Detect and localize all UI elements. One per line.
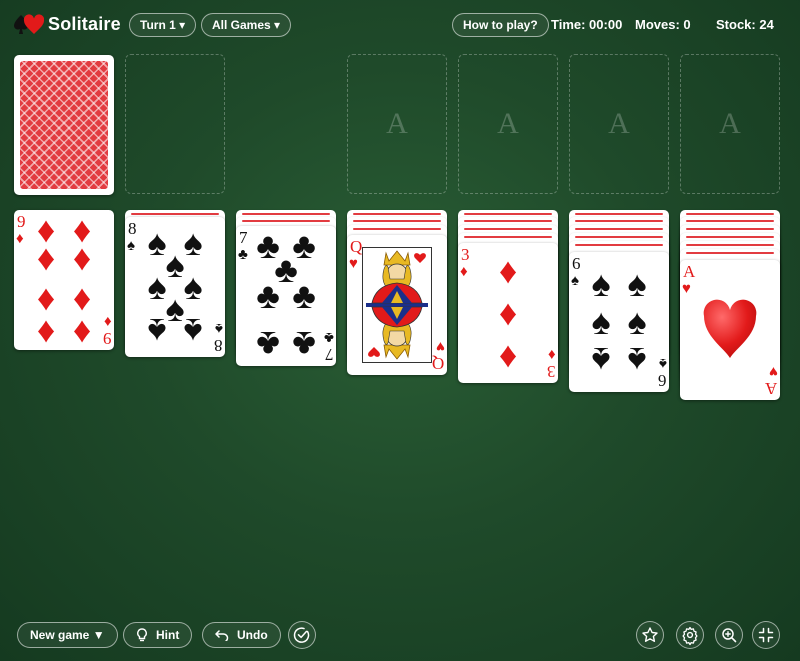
tableau-7-face-up-card[interactable]: A ♥ A ♥ [680, 260, 780, 400]
check-circle-icon [293, 627, 310, 643]
tableau-5-face-up-card[interactable]: 3 ♦ 3 ♦ ♦ ♦ ♦ [458, 243, 558, 383]
diamond-pip-icon: ♦ [72, 237, 92, 278]
timer: Time: 00:00 [551, 17, 623, 32]
zoom-in-icon [722, 628, 737, 643]
gear-icon [682, 626, 698, 646]
foundation-4[interactable]: A [680, 54, 780, 194]
diamond-pip-icon: ♦ [72, 309, 92, 350]
stock-pile[interactable] [14, 55, 114, 195]
undo-label: Undo [237, 628, 268, 642]
spade-pip-icon: ♠ [591, 263, 611, 304]
foundation-placeholder: A [719, 107, 741, 140]
foundation-placeholder: A [497, 107, 519, 140]
tableau-2-face-up-card[interactable]: 8 ♠ 8 ♠ ♠ ♠ ♠ ♠ ♠ ♠ ♠ ♠ [125, 217, 225, 357]
foundation-placeholder: A [386, 107, 408, 140]
card-rank: 9 [102, 329, 112, 348]
hint-label: Hint [156, 628, 180, 642]
card-rank: A [764, 379, 777, 398]
card-suit-icon: ♠ [215, 320, 223, 337]
card-suit-icon: ♥ [436, 338, 445, 355]
foundation-1[interactable]: A [347, 54, 447, 194]
zoom-button[interactable] [715, 621, 743, 649]
exit-fullscreen-icon [758, 627, 774, 643]
card-suit-icon: ♥ [769, 363, 778, 380]
spade-pip-icon: ♠ [183, 311, 203, 352]
card-rank: 6 [572, 254, 581, 273]
card-suit-icon: ♠ [571, 272, 579, 289]
lightbulb-icon [137, 628, 147, 642]
app-title: Solitaire [48, 14, 121, 34]
turn-dropdown[interactable]: Turn 1 ▾ [129, 13, 197, 37]
all-games-dropdown[interactable]: All Games ▾ [201, 13, 292, 37]
undo-button[interactable]: Undo [202, 622, 281, 648]
spade-pip-icon: ♠ [627, 340, 647, 381]
card-suit-icon: ♦ [460, 263, 468, 280]
card-suits-logo-icon [14, 14, 44, 34]
card-rank: 7 [239, 228, 248, 247]
diamond-pip-icon: ♦ [36, 309, 56, 350]
spade-pip-icon: ♠ [591, 301, 611, 342]
tableau-4-face-up-card[interactable]: Q ♥ Q ♥ [347, 235, 447, 375]
exit-fullscreen-button[interactable] [752, 621, 780, 649]
queen-portrait-icon [362, 247, 432, 363]
hint-button[interactable]: Hint [123, 622, 193, 648]
star-icon [642, 627, 658, 642]
top-bar: Solitaire Turn 1 ▾ All Games ▾ How to pl… [0, 0, 800, 50]
spade-pip-icon: ♠ [627, 301, 647, 342]
card-suit-icon: ♥ [349, 255, 358, 272]
foundation-3[interactable]: A [569, 54, 669, 194]
card-suit-icon: ♣ [324, 329, 334, 346]
card-rank: 6 [657, 371, 667, 390]
card-back-pattern [20, 61, 108, 189]
spade-pip-icon: ♠ [627, 263, 647, 304]
tableau-3-face-up-card[interactable]: 7 ♣ 7 ♣ ♣ ♣ ♣ ♣ ♣ ♣ ♣ [236, 226, 336, 366]
card-rank: 3 [461, 245, 470, 264]
foundation-placeholder: A [608, 107, 630, 140]
undo-arrow-icon [215, 630, 229, 641]
favorite-button[interactable] [636, 621, 664, 649]
card-suit-icon: ♦ [104, 313, 112, 330]
tableau-6-face-up-card[interactable]: 6 ♠ 6 ♠ ♠ ♠ ♠ ♠ ♠ ♠ [569, 252, 669, 392]
card-rank: 9 [17, 212, 26, 231]
tableau-1-face-up-card[interactable]: 9 ♦ 9 ♦ ♦ ♦ ♦ ♦ ♦ ♦ ♦ ♦ [14, 210, 114, 350]
diamond-pip-icon: ♦ [498, 292, 518, 333]
moves-counter: Moves: 0 [635, 17, 691, 32]
spade-pip-icon: ♠ [591, 340, 611, 381]
foundation-2[interactable]: A [458, 54, 558, 194]
card-rank: 8 [128, 219, 137, 238]
diamond-pip-icon: ♦ [498, 250, 518, 291]
card-suit-icon: ♣ [238, 246, 248, 263]
how-to-play-button[interactable]: How to play? [452, 13, 549, 37]
card-rank: 8 [213, 336, 223, 355]
waste-pile[interactable] [125, 54, 225, 194]
card-suit-icon: ♥ [682, 280, 691, 297]
card-suit-icon: ♠ [659, 355, 667, 372]
diamond-pip-icon: ♦ [498, 334, 518, 375]
new-game-button[interactable]: New game ▼ [17, 622, 118, 648]
spade-pip-icon: ♠ [147, 311, 167, 352]
card-suit-icon: ♦ [548, 346, 556, 363]
club-pip-icon: ♣ [292, 275, 316, 316]
diamond-pip-icon: ♦ [36, 237, 56, 278]
club-pip-icon: ♣ [256, 324, 280, 365]
club-pip-icon: ♣ [292, 324, 316, 365]
card-suit-icon: ♠ [127, 237, 135, 254]
heart-ace-pip-icon [703, 299, 757, 358]
card-rank: Q [350, 237, 363, 256]
card-rank: A [683, 262, 696, 281]
card-suit-icon: ♦ [16, 230, 24, 247]
card-rank: 7 [324, 345, 334, 364]
club-pip-icon: ♣ [256, 275, 280, 316]
card-rank: 3 [546, 362, 556, 381]
settings-button[interactable] [676, 621, 704, 649]
card-rank: Q [431, 354, 444, 373]
stock-counter: Stock: 24 [716, 17, 774, 32]
auto-complete-button[interactable] [288, 621, 316, 649]
